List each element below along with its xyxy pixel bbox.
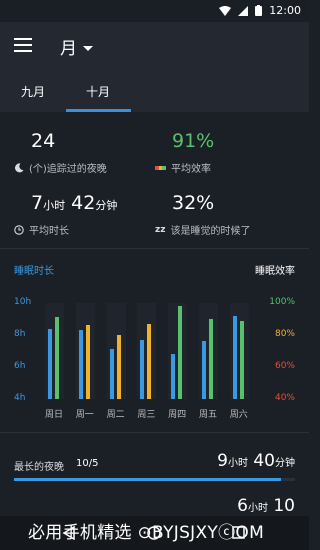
- efficiency-legend-icon: [155, 165, 166, 170]
- day-label: 周日: [44, 410, 63, 420]
- bedtime-reminder: zz 该是睡觉的时候了: [155, 222, 251, 238]
- signal-icon: [238, 5, 249, 16]
- clock-icon: [14, 224, 24, 235]
- efficiency-bar[interactable]: [147, 323, 152, 399]
- next-hours-unit: 小时: [247, 503, 268, 514]
- day-label: 周三: [137, 410, 156, 420]
- day-label: 周五: [198, 410, 217, 420]
- longest-night-progress: [14, 478, 295, 481]
- longest-minutes-unit: 分钟: [275, 458, 295, 469]
- average-efficiency-value: 91%: [172, 130, 215, 152]
- left-axis-tick: 6h: [14, 361, 26, 371]
- duration-bar[interactable]: [140, 339, 145, 399]
- duration-bar[interactable]: [171, 354, 176, 399]
- tracked-nights-label: (个)追踪过的夜晚: [29, 164, 107, 175]
- sleep-duration-title: 睡眠时长: [14, 266, 54, 277]
- app-bar: 月: [0, 22, 309, 72]
- efficiency-bar[interactable]: [209, 319, 213, 399]
- tracked-nights: (个)追踪过的夜晚: [14, 160, 107, 175]
- menu-icon[interactable]: [14, 38, 32, 54]
- section-divider: [0, 248, 309, 249]
- section-divider: [0, 432, 309, 433]
- tab-october[interactable]: 十月: [86, 83, 110, 100]
- avg-minutes: 42: [71, 192, 96, 214]
- duration-bar[interactable]: [232, 315, 237, 399]
- longest-minutes: 40: [253, 451, 275, 471]
- longest-night-label: 最长的夜晚: [14, 462, 64, 473]
- longest-night-date: 10/5: [76, 458, 99, 469]
- next-hours: 6: [237, 496, 248, 516]
- left-axis-tick: 4h: [14, 393, 26, 403]
- efficiency-bar[interactable]: [239, 320, 244, 399]
- right-axis-tick: 60%: [274, 361, 295, 371]
- efficiency-bar[interactable]: [116, 335, 121, 399]
- average-duration: 平均时长: [14, 222, 69, 237]
- period-selector[interactable]: 月: [60, 34, 93, 59]
- watermark: 必用手机精选 ⊙BYJSJXYⓒOM: [28, 523, 265, 543]
- chevron-down-icon: [83, 45, 93, 51]
- average-efficiency-label: 平均效率: [171, 164, 211, 175]
- day-label: 周四: [168, 410, 187, 420]
- moon-icon: [15, 162, 24, 172]
- duration-bar[interactable]: [202, 341, 206, 399]
- sleep-efficiency-title: 睡眠效率: [255, 266, 295, 277]
- longest-night-row: 最长的夜晚 10/5 9小时 40分钟: [0, 448, 309, 482]
- day-label: 周六: [229, 410, 248, 420]
- right-axis-tick: 100%: [269, 297, 295, 307]
- avg-minutes-unit: 分钟: [95, 199, 118, 212]
- bedtime-label: 该是睡觉的时候了: [170, 226, 251, 237]
- left-axis-tick: 8h: [14, 329, 26, 339]
- wifi-icon: [219, 5, 232, 16]
- efficiency-bar[interactable]: [55, 317, 59, 399]
- duration-bar[interactable]: [109, 349, 114, 399]
- duration-bar[interactable]: [78, 330, 83, 399]
- avg-hours: 7: [31, 192, 44, 214]
- sleep-zz-icon: zz: [155, 224, 166, 235]
- right-axis-tick: 40%: [274, 393, 295, 403]
- longest-hours-unit: 小时: [227, 458, 248, 469]
- status-bar: 12:00: [0, 0, 309, 22]
- avg-hours-unit: 小时: [43, 199, 66, 212]
- right-axis-tick: 80%: [274, 329, 295, 339]
- efficiency-bar[interactable]: [85, 325, 90, 399]
- efficiency-bar[interactable]: [178, 306, 183, 399]
- longest-hours: 9: [217, 451, 228, 471]
- active-tab-indicator: [66, 109, 131, 112]
- duration-bar[interactable]: [48, 328, 52, 399]
- longest-night-progress-fill: [14, 478, 281, 481]
- left-axis-tick: 10h: [14, 297, 32, 307]
- period-label: 月: [60, 39, 77, 59]
- bedtime-value: 32%: [172, 192, 215, 214]
- next-row-duration: 6小时 10: [237, 496, 295, 516]
- average-duration-label: 平均时长: [29, 226, 69, 237]
- longest-night-duration: 9小时 40分钟: [217, 451, 295, 471]
- tracked-nights-value: 24: [31, 130, 56, 152]
- day-label: 周二: [106, 410, 125, 420]
- month-tabs: 九月 十月: [0, 72, 309, 112]
- average-efficiency: 平均效率: [155, 160, 211, 175]
- battery-icon: [255, 5, 263, 16]
- status-time: 12:00: [269, 4, 301, 17]
- tab-september[interactable]: 九月: [21, 83, 45, 100]
- day-label: 周一: [75, 410, 94, 420]
- average-duration-value: 7小时 42分钟: [31, 192, 117, 214]
- next-minutes: 10: [273, 496, 295, 516]
